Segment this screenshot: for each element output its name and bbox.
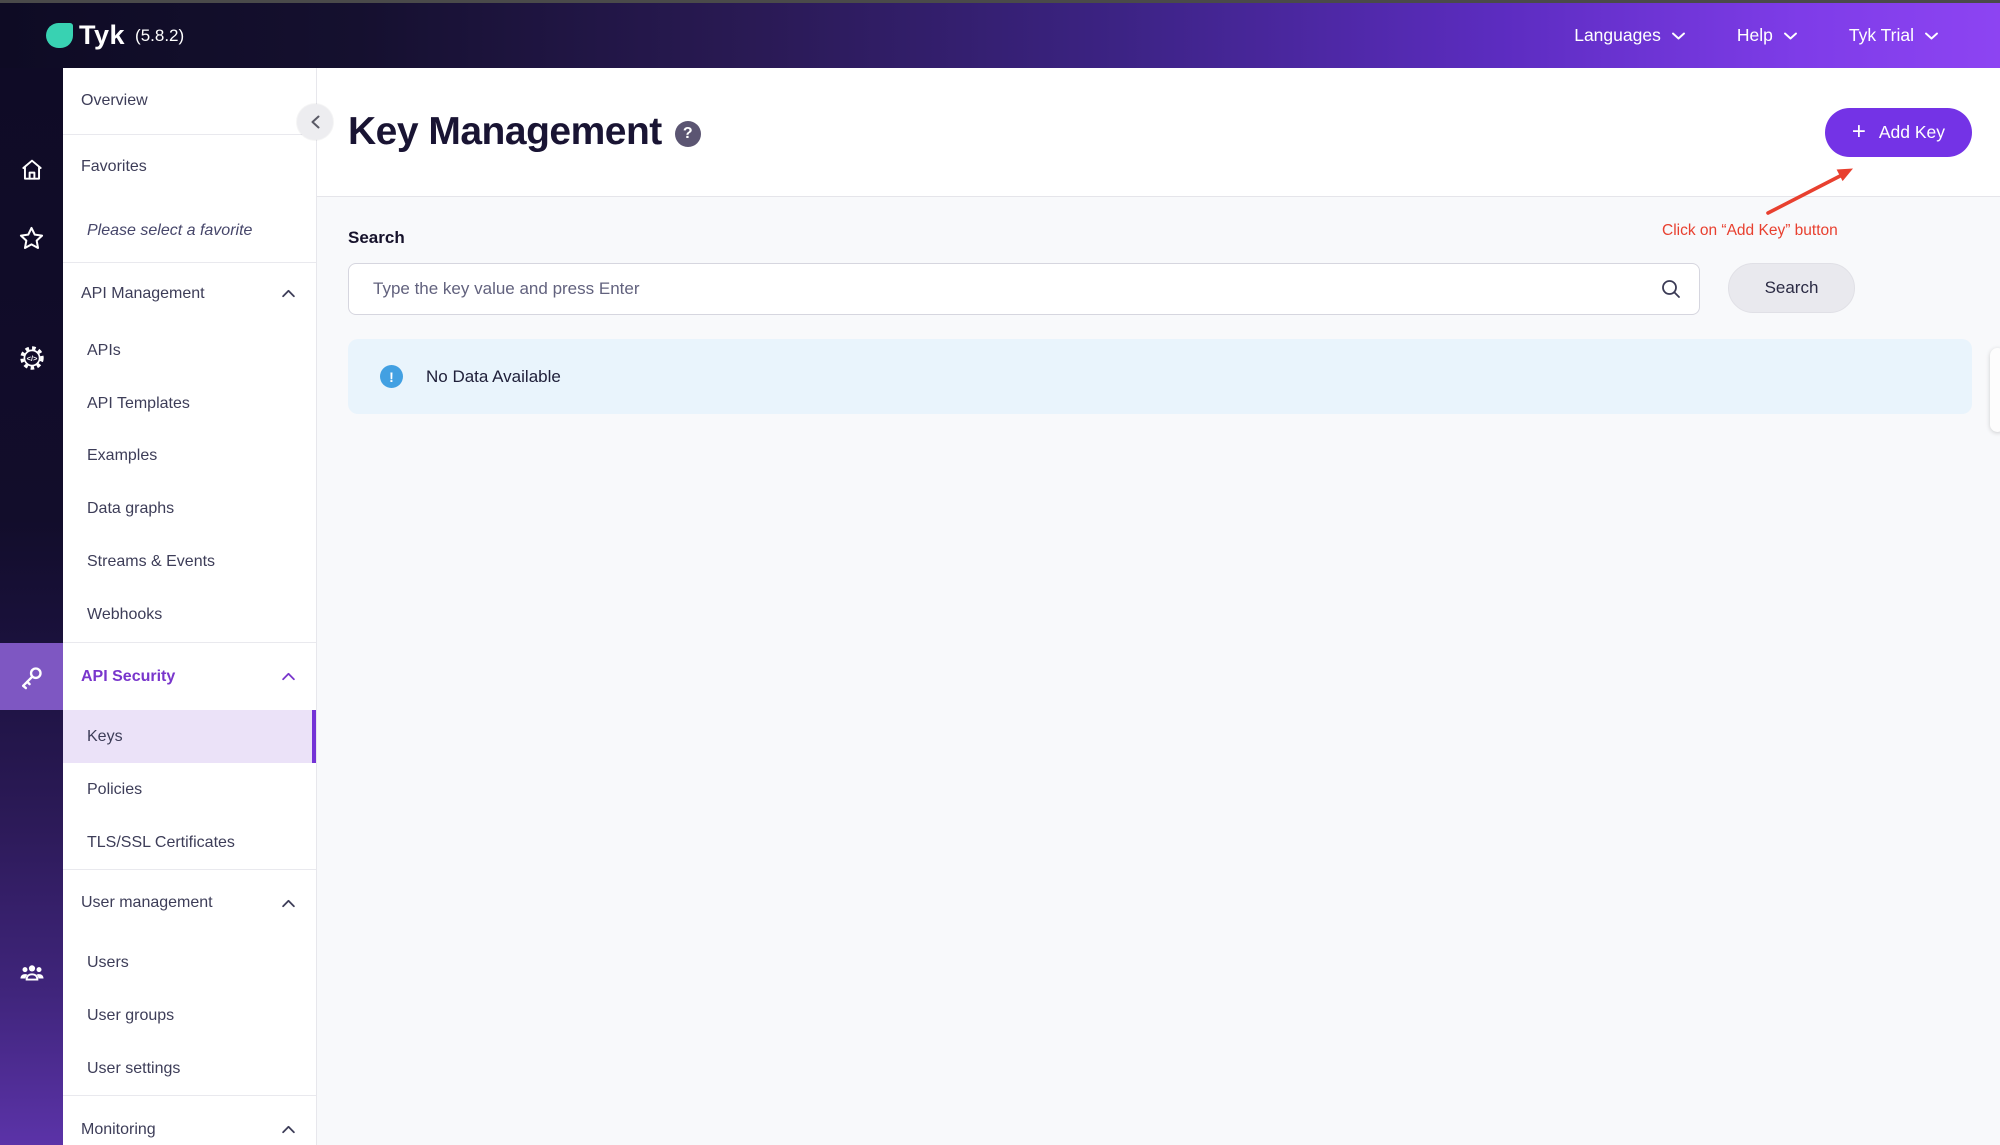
tyk-trial-label: Tyk Trial bbox=[1849, 25, 1914, 46]
section-label: User management bbox=[81, 894, 281, 912]
languages-label: Languages bbox=[1574, 25, 1661, 46]
chevron-up-icon bbox=[281, 289, 296, 298]
sidebar-item-label: Webhooks bbox=[87, 606, 296, 624]
chevron-up-icon bbox=[281, 899, 296, 908]
add-key-label: Add Key bbox=[1879, 122, 1945, 143]
help-menu[interactable]: Help bbox=[1737, 25, 1797, 46]
section-label: API Security bbox=[81, 668, 281, 686]
tyk-logo-text: Tyk bbox=[79, 20, 125, 51]
sidebar-item-apis[interactable]: APIs bbox=[63, 324, 316, 377]
topbar: Tyk (5.8.2) Languages Help Tyk Trial bbox=[0, 0, 2000, 68]
sidebar-item-label: User settings bbox=[87, 1060, 296, 1078]
chevron-up-icon bbox=[281, 672, 296, 681]
info-icon: ! bbox=[380, 365, 403, 388]
sidebar-item-label: Keys bbox=[87, 728, 292, 746]
sidebar-item-api-templates[interactable]: API Templates bbox=[63, 377, 316, 430]
tyk-logo: Tyk (5.8.2) bbox=[0, 20, 184, 51]
sidebar-item-label: Overview bbox=[81, 92, 296, 110]
page-header: Key Management ? + Add Key bbox=[317, 68, 2000, 197]
section-label: API Management bbox=[81, 285, 281, 303]
section-label: Monitoring bbox=[81, 1121, 281, 1139]
chevron-down-icon bbox=[1672, 32, 1685, 40]
no-data-banner: ! No Data Available bbox=[348, 339, 1972, 414]
sidebar-item-label: Examples bbox=[87, 447, 296, 465]
sidebar-collapse-button[interactable] bbox=[297, 104, 333, 140]
sidebar-section-api-security[interactable]: API Security bbox=[63, 643, 316, 710]
languages-menu[interactable]: Languages bbox=[1574, 25, 1685, 46]
hint-label: Please select a favorite bbox=[87, 222, 296, 240]
search-input[interactable] bbox=[348, 263, 1700, 315]
sidebar-item-label: API Templates bbox=[87, 395, 296, 413]
key-icon[interactable] bbox=[0, 664, 63, 691]
sidebar-item-keys[interactable]: Keys bbox=[63, 710, 316, 763]
sidebar-item-user-settings[interactable]: User settings bbox=[63, 1042, 316, 1096]
sidebar-item-policies[interactable]: Policies bbox=[63, 763, 316, 816]
sidebar-item-label: Policies bbox=[87, 781, 296, 799]
chevron-left-icon bbox=[310, 114, 321, 130]
home-icon[interactable] bbox=[0, 157, 63, 183]
tyk-trial-menu[interactable]: Tyk Trial bbox=[1849, 25, 1938, 46]
search-row: Search bbox=[348, 263, 1972, 315]
search-button[interactable]: Search bbox=[1728, 263, 1855, 313]
chevron-up-icon bbox=[281, 1125, 296, 1134]
plus-icon: + bbox=[1852, 120, 1866, 144]
add-key-button[interactable]: + Add Key bbox=[1825, 108, 1972, 157]
sidebar-item-examples[interactable]: Examples bbox=[63, 430, 316, 482]
sidebar-item-tls-ssl-certificates[interactable]: TLS/SSL Certificates bbox=[63, 816, 316, 870]
search-input-wrap bbox=[348, 263, 1700, 315]
sidebar: Overview Favorites Please select a favor… bbox=[63, 68, 317, 1145]
svg-text:</>: </> bbox=[26, 354, 37, 363]
annotation-text: Click on “Add Key” button bbox=[1662, 222, 1838, 240]
chevron-down-icon bbox=[1925, 32, 1938, 40]
favorites-empty-hint: Please select a favorite bbox=[63, 199, 316, 263]
version-label: (5.8.2) bbox=[135, 26, 184, 46]
sidebar-item-label: Streams & Events bbox=[87, 553, 296, 571]
gear-code-icon[interactable]: </> bbox=[0, 344, 63, 372]
sidebar-item-webhooks[interactable]: Webhooks bbox=[63, 588, 316, 643]
icon-rail: </> bbox=[0, 68, 63, 1145]
sidebar-item-favorites[interactable]: Favorites bbox=[63, 135, 316, 199]
sidebar-item-user-groups[interactable]: User groups bbox=[63, 989, 316, 1042]
sidebar-item-users[interactable]: Users bbox=[63, 936, 316, 989]
tyk-logo-icon bbox=[46, 23, 73, 48]
topnav: Languages Help Tyk Trial bbox=[1574, 25, 2000, 46]
sidebar-section-monitoring[interactable]: Monitoring bbox=[63, 1096, 316, 1145]
content-panel: Search Search ! No Data Available bbox=[317, 197, 2000, 1145]
sidebar-item-label: Data graphs bbox=[87, 500, 296, 518]
search-icon bbox=[1659, 277, 1683, 306]
sidebar-item-streams-events[interactable]: Streams & Events bbox=[63, 535, 316, 588]
page-title: Key Management bbox=[348, 110, 662, 154]
help-label: Help bbox=[1737, 25, 1773, 46]
sidebar-item-label: APIs bbox=[87, 342, 296, 360]
no-data-text: No Data Available bbox=[426, 367, 561, 387]
sidebar-item-label: Favorites bbox=[81, 158, 296, 176]
sidebar-section-user-management[interactable]: User management bbox=[63, 870, 316, 936]
sidebar-item-label: User groups bbox=[87, 1007, 296, 1025]
chevron-down-icon bbox=[1784, 32, 1797, 40]
scrollbar-thumb[interactable] bbox=[1990, 348, 2000, 432]
users-icon[interactable] bbox=[0, 959, 63, 987]
help-icon[interactable]: ? bbox=[675, 121, 701, 147]
sidebar-item-overview[interactable]: Overview bbox=[63, 68, 316, 135]
sidebar-item-label: Users bbox=[87, 954, 296, 972]
sidebar-item-label: TLS/SSL Certificates bbox=[87, 834, 296, 852]
sidebar-section-api-management[interactable]: API Management bbox=[63, 263, 316, 324]
sidebar-item-data-graphs[interactable]: Data graphs bbox=[63, 482, 316, 535]
star-icon[interactable] bbox=[0, 225, 63, 252]
